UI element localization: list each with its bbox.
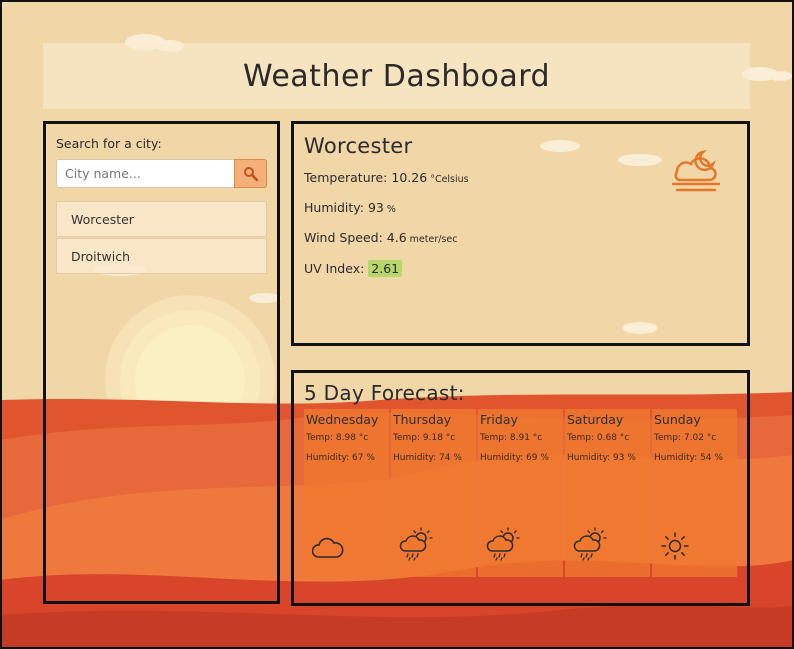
wind-label: Wind Speed: [304,230,383,245]
search-row [56,159,267,188]
sun-rain-icon [399,527,433,561]
uv-label: UV Index: [304,261,365,276]
page-header: Weather Dashboard [43,43,750,109]
humidity-unit: % [386,204,396,215]
city-search-input[interactable] [56,159,234,188]
forecast-temp: Temp: 8.98 °c [306,433,369,443]
forecast-day: Friday [480,412,518,427]
search-history-list: Worcester Droitwich [56,201,267,274]
forecast-temp: Temp: 8.91 °c [480,433,543,443]
forecast-temp: Temp: 9.18 °c [393,433,456,443]
forecast-humidity: Humidity: 54 % [654,453,723,463]
search-sidebar: Search for a city: Worcester Droitwich [43,121,280,604]
forecast-panel: 5 Day Forecast: Wednesday Temp: 8.98 °c … [291,370,750,606]
uv-index-badge: 2.61 [368,260,403,277]
wind-unit: meter/sec [409,234,458,245]
temperature-label: Temperature: [304,170,388,185]
forecast-humidity: Humidity: 69 % [480,453,549,463]
wind-row: Wind Speed: 4.6 meter/sec [304,230,737,245]
search-button[interactable] [234,159,267,188]
forecast-card: Thursday Temp: 9.18 °c Humidity: 74 % [391,409,476,577]
forecast-day: Sunday [654,412,701,427]
page-title: Weather Dashboard [242,58,551,94]
forecast-temp: Temp: 0.68 °c [567,433,630,443]
humidity-row: Humidity: 93 % [304,200,737,215]
forecast-humidity: Humidity: 93 % [567,453,636,463]
sun-icon [661,532,689,560]
sun-rain-icon [486,527,520,561]
uv-row: UV Index: 2.61 [304,260,737,277]
forecast-card: Friday Temp: 8.91 °c Humidity: 69 % [478,409,563,577]
forecast-card: Wednesday Temp: 8.98 °c Humidity: 67 % [304,409,389,577]
history-item-droitwich[interactable]: Droitwich [56,238,267,274]
forecast-cards: Wednesday Temp: 8.98 °c Humidity: 67 % T… [304,409,737,577]
forecast-humidity: Humidity: 67 % [306,453,375,463]
humidity-label: Humidity: [304,200,364,215]
forecast-temp: Temp: 7.02 °c [654,433,717,443]
temperature-value: 10.26 [391,170,428,185]
forecast-day: Thursday [393,412,452,427]
forecast-card: Sunday Temp: 7.02 °c Humidity: 54 % [652,409,737,577]
sun-rain-icon [573,527,607,561]
forecast-card: Saturday Temp: 0.68 °c Humidity: 93 % [565,409,650,577]
forecast-day: Wednesday [306,412,379,427]
history-item-worcester[interactable]: Worcester [56,201,267,237]
wind-value: 4.6 [386,230,407,245]
current-weather-panel: Worcester Temperature: 10.26 °Celsius Hu… [291,121,750,346]
search-icon [243,166,258,181]
search-label: Search for a city: [56,136,162,151]
temperature-unit: °Celsius [430,174,469,185]
cloud-icon [312,537,344,558]
forecast-humidity: Humidity: 74 % [393,453,462,463]
forecast-day: Saturday [567,412,624,427]
partly-cloudy-night-fog-icon [671,149,721,192]
humidity-value: 93 [367,200,384,215]
forecast-title: 5 Day Forecast: [304,381,465,405]
